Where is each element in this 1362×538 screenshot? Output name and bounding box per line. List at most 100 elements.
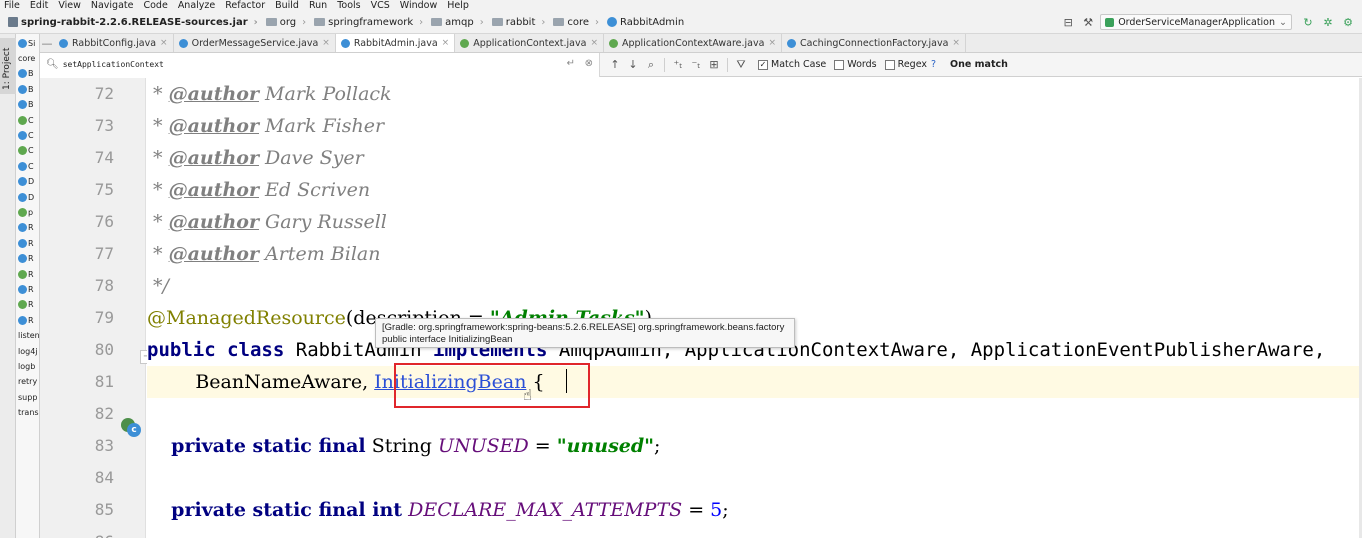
menu-build[interactable]: Build xyxy=(275,0,299,11)
line-number: 75 xyxy=(94,180,114,199)
project-tree-item[interactable]: B xyxy=(18,82,34,96)
run-configuration-selector[interactable]: OrderServiceManagerApplication ⌄ xyxy=(1100,14,1292,30)
breadcrumb-separator: › xyxy=(253,16,258,28)
menu-refactor[interactable]: Refactor xyxy=(225,0,265,11)
project-tree-item[interactable]: D xyxy=(18,190,34,204)
project-tree-item[interactable]: Si xyxy=(18,36,35,50)
editor-tab[interactable]: OrderMessageService.java × xyxy=(174,34,336,52)
menu-navigate[interactable]: Navigate xyxy=(91,0,134,11)
class-icon xyxy=(18,100,27,110)
project-tool-tab[interactable]: 1: Project xyxy=(0,38,16,94)
menu-code[interactable]: Code xyxy=(143,0,167,11)
menu-vcs[interactable]: VCS xyxy=(371,0,390,11)
close-tab-icon[interactable]: × xyxy=(442,38,450,48)
project-tree-item[interactable]: log4j xyxy=(18,344,38,358)
menu-edit[interactable]: Edit xyxy=(30,0,48,11)
editor-tab[interactable]: ApplicationContextAware.java × xyxy=(604,34,782,52)
regex-checkbox[interactable]: Regex? xyxy=(884,59,936,70)
match-case-checkbox[interactable]: ✓ Match Case xyxy=(758,59,826,70)
previous-occurrence-icon[interactable]: ↑ xyxy=(606,58,624,71)
line-number: 85 xyxy=(94,500,114,519)
regex-help-link[interactable]: ? xyxy=(931,59,936,70)
interface-icon xyxy=(18,269,27,279)
menu-file[interactable]: File xyxy=(4,0,20,11)
project-tree-item[interactable]: C xyxy=(18,144,34,158)
match-case-box[interactable]: ✓ xyxy=(758,59,768,70)
menu-analyze[interactable]: Analyze xyxy=(178,0,215,11)
code-line-74: * @author Dave Syer xyxy=(147,147,364,169)
rerun-icon[interactable]: ↻ xyxy=(1300,14,1316,30)
project-tree-item[interactable]: R xyxy=(18,267,34,281)
breadcrumb-springframework[interactable]: springframework › xyxy=(314,17,423,28)
close-tab-icon[interactable]: × xyxy=(160,38,168,48)
implements-gutter-icon[interactable]: c xyxy=(121,418,143,438)
menu-window[interactable]: Window xyxy=(400,0,437,11)
project-tree-item[interactable]: retry xyxy=(18,375,37,389)
project-tree-item[interactable]: R xyxy=(18,313,34,327)
project-tree-item[interactable]: R xyxy=(18,236,34,250)
build-hammer-icon[interactable]: ⚒ xyxy=(1080,14,1096,30)
project-tree-item[interactable]: R xyxy=(18,282,34,296)
search-icon[interactable]: 🔍︎ xyxy=(46,59,59,70)
breadcrumb-amqp[interactable]: amqp › xyxy=(431,17,484,28)
filter-icon[interactable]: ⛛ xyxy=(732,58,750,72)
project-tree-item[interactable]: core xyxy=(18,51,35,65)
project-tree-item[interactable]: listen xyxy=(18,329,39,343)
coverage-icon[interactable]: ⚙ xyxy=(1340,14,1356,30)
minimize-icon[interactable]: — xyxy=(40,37,54,50)
class-icon xyxy=(18,84,27,94)
remove-occurrence-icon[interactable]: ⁻ₜ xyxy=(687,58,705,71)
project-tree-item[interactable]: B xyxy=(18,98,34,112)
debug-bug-icon[interactable]: ✲ xyxy=(1320,14,1336,30)
breadcrumb-separator: › xyxy=(479,16,484,28)
project-tree-item[interactable]: D xyxy=(18,175,34,189)
close-tab-icon[interactable]: × xyxy=(322,38,330,48)
project-tree-item[interactable]: trans xyxy=(18,406,39,420)
project-tree-item[interactable]: C xyxy=(18,113,34,127)
code-line-76: * @author Gary Russell xyxy=(147,211,387,233)
folder-icon xyxy=(314,18,326,26)
class-icon xyxy=(18,69,27,79)
editor-tab[interactable]: RabbitAdmin.java × xyxy=(335,34,456,52)
menu-help[interactable]: Help xyxy=(447,0,469,11)
add-occurrence-icon[interactable]: ⁺ₜ xyxy=(669,58,687,71)
project-tree-item[interactable]: logb xyxy=(18,359,35,373)
menu-tools[interactable]: Tools xyxy=(337,0,360,11)
close-tab-icon[interactable]: × xyxy=(590,38,598,48)
breadcrumb-core[interactable]: core › xyxy=(553,17,599,28)
find-all-icon[interactable]: ⌕ xyxy=(642,58,660,72)
project-tree-item[interactable]: C xyxy=(18,128,34,142)
new-line-icon[interactable]: ↵ xyxy=(567,58,575,69)
close-tab-icon[interactable]: × xyxy=(952,38,960,48)
editor-tab[interactable]: RabbitConfig.java × xyxy=(54,34,174,52)
code-editor[interactable]: * @author Mark Pollack * @author Mark Fi… xyxy=(147,78,1362,538)
project-tree-item[interactable]: B xyxy=(18,67,34,81)
project-tree-item[interactable]: supp xyxy=(18,390,37,404)
editor-tab[interactable]: ApplicationContext.java × xyxy=(455,34,604,52)
breadcrumb-jar[interactable]: spring-rabbit-2.2.6.RELEASE-sources.jar › xyxy=(8,17,258,28)
project-tree-item[interactable]: R xyxy=(18,221,34,235)
editor-tab[interactable]: CachingConnectionFactory.java × xyxy=(782,34,966,52)
breadcrumb-rabbit[interactable]: rabbit › xyxy=(491,17,545,28)
next-occurrence-icon[interactable]: ↓ xyxy=(624,58,642,71)
project-tree-item[interactable]: R xyxy=(18,298,34,312)
search-input[interactable] xyxy=(62,60,543,69)
project-tree-item[interactable]: p xyxy=(18,205,33,219)
clear-icon[interactable]: ⊗ xyxy=(585,58,593,69)
project-tree-item[interactable]: C xyxy=(18,159,34,173)
menu-view[interactable]: View xyxy=(58,0,81,11)
close-tab-icon[interactable]: × xyxy=(768,38,776,48)
words-checkbox[interactable]: Words xyxy=(834,59,877,70)
hand-cursor-icon: ☝ xyxy=(523,386,533,404)
menu-run[interactable]: Run xyxy=(309,0,327,11)
structure-icon[interactable]: ⊟ xyxy=(1060,14,1076,30)
regex-box[interactable] xyxy=(884,59,895,70)
breadcrumb-rabbitadmin[interactable]: RabbitAdmin xyxy=(607,17,684,28)
project-tree-item[interactable]: R xyxy=(18,252,34,266)
breadcrumb-org[interactable]: org › xyxy=(265,17,306,28)
select-all-occurrences-icon[interactable]: ⊞ xyxy=(705,58,723,71)
folder-icon xyxy=(491,18,503,26)
words-box[interactable] xyxy=(834,59,845,70)
interface-icon xyxy=(608,38,618,48)
